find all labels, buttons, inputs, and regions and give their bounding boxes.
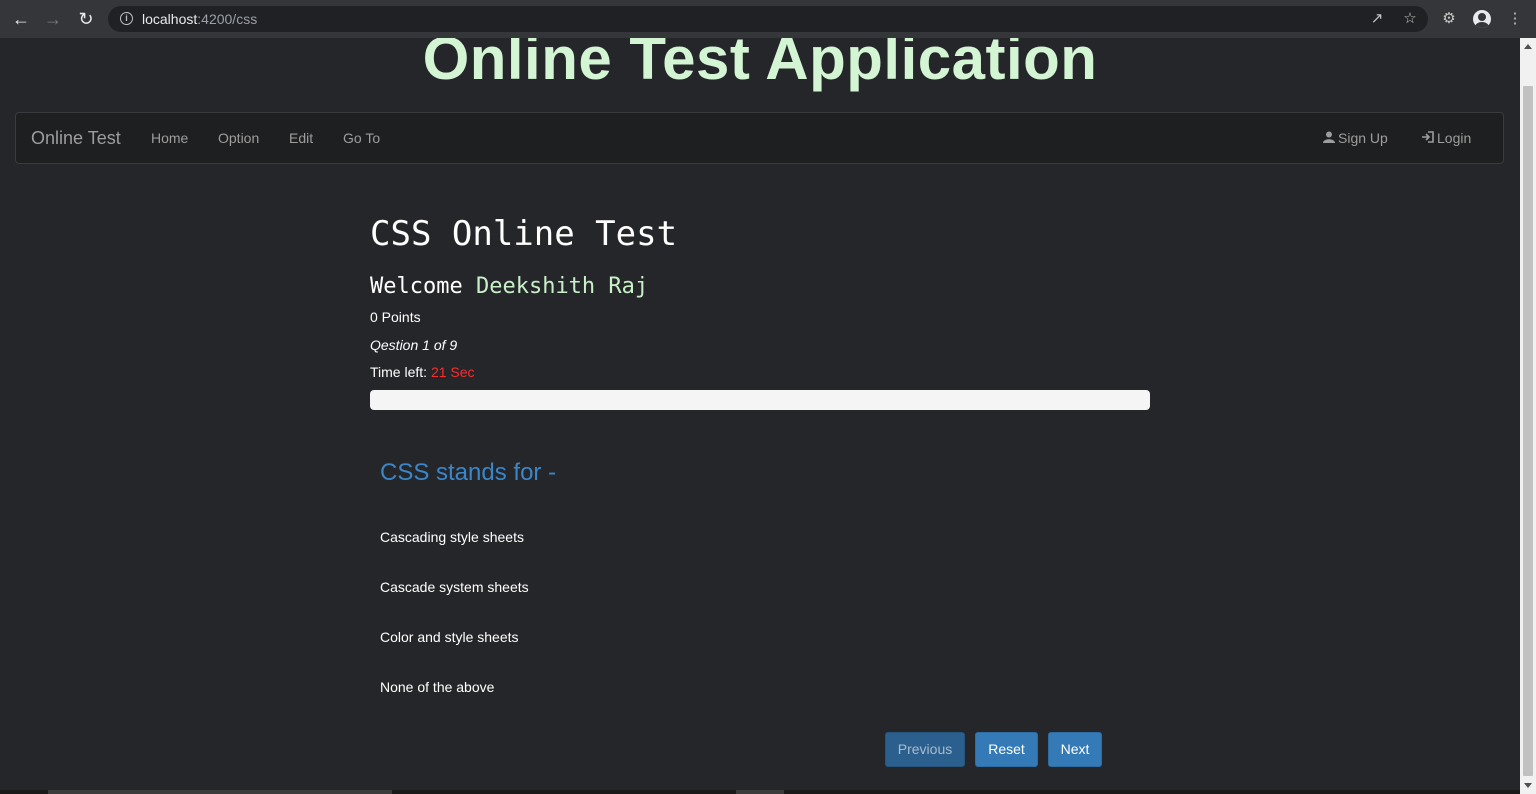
welcome-heading: Welcome Deekshith Raj bbox=[370, 274, 648, 299]
question-counter: Qestion 1 of 9 bbox=[370, 337, 458, 353]
extensions-puzzle-icon[interactable]: ⚙ bbox=[1439, 9, 1459, 29]
site-info-icon[interactable]: i bbox=[120, 12, 133, 25]
url-path: :4200/css bbox=[197, 11, 258, 27]
progress-bar bbox=[370, 390, 1150, 410]
time-left-value: 21 Sec bbox=[430, 364, 475, 380]
signup-label: Sign Up bbox=[1338, 130, 1388, 146]
navbar: Online Test Home Option Edit Go To Sign … bbox=[15, 112, 1504, 164]
bookmark-star-icon[interactable]: ☆ bbox=[1400, 9, 1420, 29]
browser-toolbar: ← → ↻ i localhost:4200/css ↗ ☆ ⚙ ⋮ bbox=[0, 0, 1536, 38]
profile-avatar-icon[interactable] bbox=[1473, 10, 1491, 28]
answer-option[interactable]: Color and style sheets bbox=[380, 629, 519, 645]
more-menu-icon[interactable]: ⋮ bbox=[1505, 9, 1525, 29]
user-icon bbox=[1323, 130, 1335, 146]
answer-option[interactable]: Cascading style sheets bbox=[380, 529, 524, 545]
username: Deekshith Raj bbox=[475, 274, 649, 299]
test-title: CSS Online Test bbox=[370, 214, 678, 254]
scroll-down-arrow-icon[interactable] bbox=[1524, 783, 1532, 788]
forward-arrow-icon[interactable]: → bbox=[42, 8, 64, 30]
nav-link-edit[interactable]: Edit bbox=[289, 130, 313, 146]
back-arrow-icon[interactable]: ← bbox=[10, 8, 32, 30]
share-icon[interactable]: ↗ bbox=[1367, 9, 1387, 29]
question-text: CSS stands for - bbox=[380, 459, 557, 486]
previous-button[interactable]: Previous bbox=[885, 732, 965, 767]
nav-link-login[interactable]: Login bbox=[1421, 130, 1471, 146]
welcome-prefix: Welcome bbox=[370, 274, 463, 299]
address-bar[interactable]: i localhost:4200/css bbox=[108, 6, 1428, 32]
nav-link-option[interactable]: Option bbox=[218, 130, 259, 146]
navbar-brand[interactable]: Online Test bbox=[31, 128, 121, 149]
horizontal-scroll-marker bbox=[736, 790, 784, 794]
next-button[interactable]: Next bbox=[1048, 732, 1102, 767]
reset-button[interactable]: Reset bbox=[975, 732, 1038, 767]
vertical-scrollbar[interactable] bbox=[1520, 38, 1536, 794]
nav-link-home[interactable]: Home bbox=[151, 130, 188, 146]
time-left-label: Time left: bbox=[370, 364, 428, 380]
nav-link-goto[interactable]: Go To bbox=[343, 130, 380, 146]
page-viewport: Online Test Application Online Test Home… bbox=[0, 38, 1520, 794]
nav-link-signup[interactable]: Sign Up bbox=[1323, 130, 1388, 146]
url-text[interactable]: localhost:4200/css bbox=[142, 11, 257, 27]
app-title: Online Test Application bbox=[422, 38, 1098, 92]
scrollbar-thumb[interactable] bbox=[1523, 86, 1533, 776]
reload-icon[interactable]: ↻ bbox=[75, 8, 97, 30]
answer-option[interactable]: Cascade system sheets bbox=[380, 579, 529, 595]
url-host: localhost bbox=[142, 11, 198, 27]
time-left: Time left: 21 Sec bbox=[370, 364, 475, 380]
answer-option[interactable]: None of the above bbox=[380, 679, 494, 695]
login-label: Login bbox=[1437, 130, 1472, 146]
horizontal-scrollbar bbox=[0, 790, 1520, 794]
horizontal-scroll-thumb[interactable] bbox=[48, 790, 392, 794]
scroll-up-arrow-icon[interactable] bbox=[1524, 44, 1532, 49]
login-icon bbox=[1421, 130, 1434, 146]
points-text: 0 Points bbox=[370, 309, 421, 325]
